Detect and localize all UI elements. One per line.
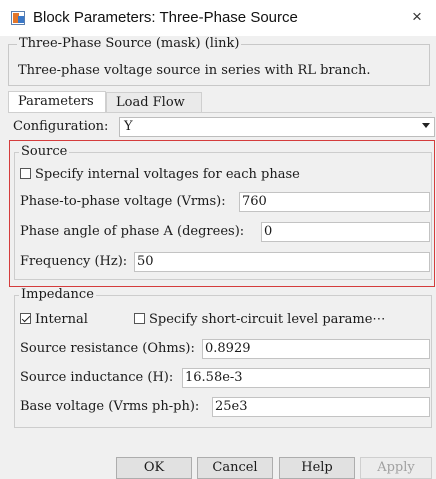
- phase-voltage-label: Phase-to-phase voltage (Vrms):: [20, 194, 226, 209]
- internal-label: Internal: [35, 312, 88, 327]
- checkbox-icon: [134, 313, 145, 324]
- frequency-input[interactable]: 50: [134, 252, 430, 272]
- checkbox-icon: [20, 168, 31, 179]
- mask-description-box: Three-Phase Source (mask) (link) Three-p…: [8, 37, 430, 86]
- mask-legend: Three-Phase Source (mask) (link): [17, 36, 242, 51]
- checkbox-checked-icon: [20, 313, 31, 324]
- frequency-label: Frequency (Hz):: [20, 254, 128, 269]
- phase-angle-input[interactable]: 0: [261, 222, 430, 242]
- resistance-label: Source resistance (Ohms):: [20, 341, 195, 356]
- mask-description: Three-phase voltage source in series wit…: [18, 63, 371, 78]
- impedance-legend: Impedance: [19, 287, 96, 302]
- chevron-down-icon: [422, 123, 430, 128]
- phase-angle-label: Phase angle of phase A (degrees):: [20, 224, 245, 239]
- phase-voltage-input[interactable]: 760: [239, 192, 430, 212]
- tab-parameters[interactable]: Parameters: [8, 91, 106, 113]
- short-circuit-checkbox[interactable]: Specify short-circuit level parame⋯: [134, 312, 385, 327]
- window-title: Block Parameters: Three-Phase Source: [33, 9, 298, 26]
- inductance-input[interactable]: 16.58e-3: [182, 368, 430, 388]
- close-button[interactable]: ×: [406, 6, 428, 28]
- inductance-label: Source inductance (H):: [20, 370, 174, 385]
- specify-internal-voltages-label: Specify internal voltages for each phase: [35, 167, 300, 182]
- configuration-select[interactable]: Y: [119, 117, 435, 137]
- internal-checkbox[interactable]: Internal: [20, 312, 88, 327]
- specify-internal-voltages-checkbox[interactable]: Specify internal voltages for each phase: [20, 167, 300, 182]
- short-circuit-label: Specify short-circuit level parame⋯: [149, 312, 386, 327]
- block-parameters-icon: [11, 11, 25, 25]
- title-bar: Block Parameters: Three-Phase Source ×: [0, 0, 436, 36]
- base-voltage-input[interactable]: 25e3: [212, 397, 430, 417]
- resistance-input[interactable]: 0.8929: [202, 339, 430, 359]
- configuration-label: Configuration:: [13, 119, 109, 134]
- base-voltage-label: Base voltage (Vrms ph-ph):: [20, 399, 200, 414]
- configuration-value: Y: [124, 119, 133, 134]
- tab-load-flow[interactable]: Load Flow: [106, 92, 202, 112]
- source-legend: Source: [19, 144, 70, 159]
